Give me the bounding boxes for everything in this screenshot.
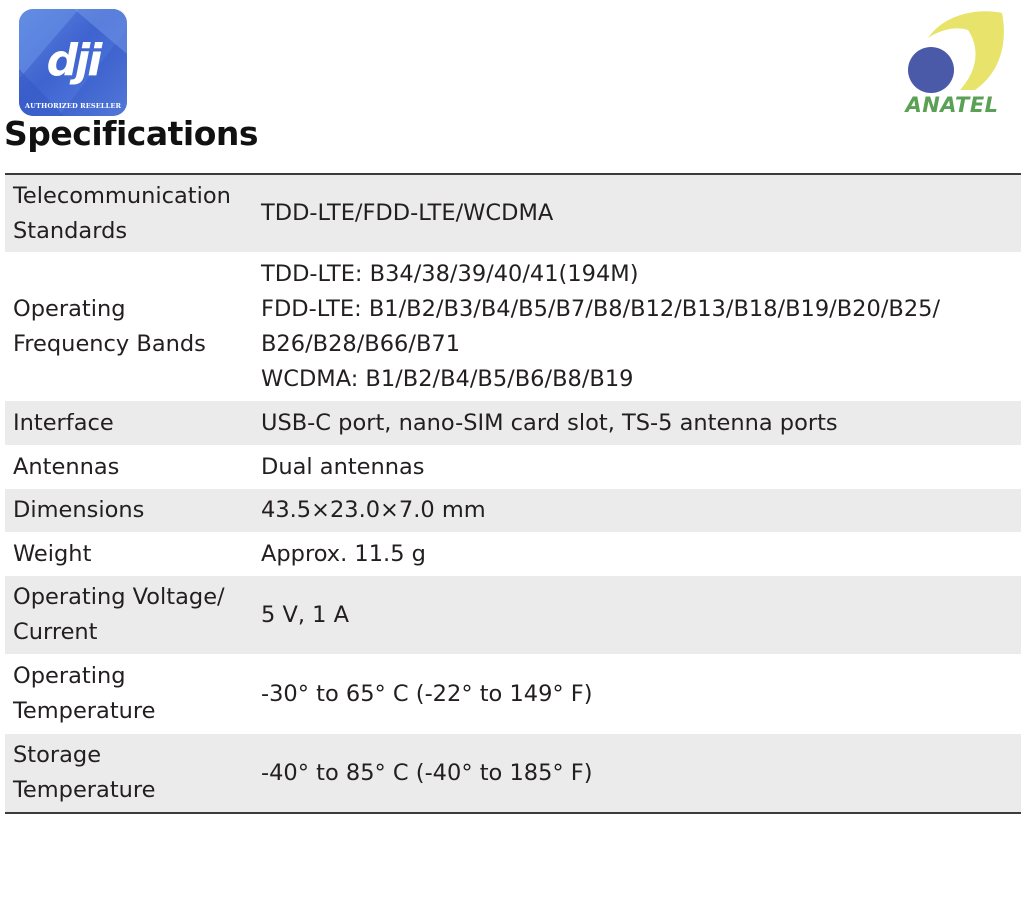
- spec-value-line: WCDMA: B1/B2/B4/B5/B6/B8/B19: [261, 365, 634, 392]
- spec-value: TDD-LTE/FDD-LTE/WCDMA: [261, 196, 1021, 231]
- spec-value: -40° to 85° C (-40° to 185° F): [261, 756, 1021, 791]
- spec-row: Operating Frequency Bands TDD-LTE: B34/38/…: [5, 252, 1021, 401]
- spec-value-line: -40° to 85° C (-40° to 185° F): [261, 759, 593, 786]
- spec-label: Telecommunication Standards: [5, 179, 261, 249]
- spec-value-line: TDD-LTE/FDD-LTE/WCDMA: [261, 200, 554, 226]
- specifications-table: Telecommunication Standards TDD-LTE/FDD-LT…: [5, 173, 1021, 814]
- spec-label-line: Frequency Bands: [13, 330, 206, 357]
- spec-label: Dimensions: [5, 493, 261, 528]
- spec-row: Operating Temperature -30° to 65° C (-22° …: [5, 654, 1021, 734]
- spec-label: Interface: [5, 406, 261, 441]
- spec-value: TDD-LTE: B34/38/39/40/41(194M) FDD-LTE: B…: [261, 257, 1021, 397]
- spec-value: 5 V, 1 A: [261, 598, 1021, 633]
- spec-label: Storage Temperature: [5, 738, 261, 808]
- spec-value-line: 43.5×23.0×7.0 mm: [261, 497, 486, 523]
- spec-row: Storage Temperature -40° to 85° C (-40° to…: [5, 734, 1021, 812]
- spec-value-line: 5 V, 1 A: [261, 601, 350, 628]
- dji-authorized-reseller-logo: dji AUTHORIZED RESELLER: [19, 9, 127, 116]
- spec-value-line: USB-C port, nano-SIM card slot, TS-5 ant…: [261, 409, 838, 436]
- spec-value: 43.5×23.0×7.0 mm: [261, 493, 1021, 528]
- spec-label-line: Dimensions: [13, 497, 145, 523]
- spec-label-line: Operating: [13, 663, 126, 689]
- spec-value: Approx. 11.5 g: [261, 537, 1021, 572]
- spec-label-line: Operating: [13, 295, 126, 322]
- spec-row: Antennas Dual antennas: [5, 445, 1021, 489]
- spec-value-line: TDD-LTE: B34/38/39/40/41(194M): [261, 260, 639, 287]
- spec-value: -30° to 65° C (-22° to 149° F): [261, 677, 1021, 712]
- spec-value-line: -30° to 65° C (-22° to 149° F): [261, 680, 593, 707]
- spec-label-line: Operating Voltage/: [13, 584, 225, 610]
- dji-wordmark: dji: [46, 35, 103, 86]
- spec-label-line: Storage: [13, 742, 102, 768]
- spec-label: Weight: [5, 537, 261, 572]
- spec-value-line: FDD-LTE: B1/B2/B3/B4/B5/B7/B8/B12/B13/B1…: [261, 295, 941, 322]
- spec-value-line: Approx. 11.5 g: [261, 540, 426, 567]
- spec-label-line: Interface: [13, 409, 114, 436]
- spec-row: Interface USB-C port, nano-SIM card slot,…: [5, 401, 1021, 445]
- page-title: Specifications: [4, 114, 259, 153]
- spec-label: Operating Voltage/Current: [5, 580, 261, 650]
- spec-label-line: Antennas: [13, 453, 120, 480]
- spec-label-line: Temperature: [13, 698, 156, 724]
- spec-label: Operating Temperature: [5, 659, 261, 729]
- spec-value: USB-C port, nano-SIM card slot, TS-5 ant…: [261, 406, 1021, 441]
- spec-value: Dual antennas: [261, 450, 1021, 485]
- spec-value-line: Dual antennas: [261, 453, 425, 480]
- spec-row: Weight Approx. 11.5 g: [5, 532, 1021, 576]
- anatel-circle-icon: [908, 47, 954, 93]
- spec-label: Operating Frequency Bands: [5, 292, 261, 362]
- anatel-logo-text: ANATEL: [905, 93, 999, 117]
- spec-row: Dimensions 43.5×23.0×7.0 mm: [5, 489, 1021, 532]
- spec-label-line: Temperature: [13, 777, 156, 803]
- spec-label-line: Weight: [13, 540, 92, 567]
- spec-row: Telecommunication Standards TDD-LTE/FDD-LT…: [5, 175, 1021, 252]
- spec-label-line: Standards: [13, 217, 128, 244]
- spec-label-line: Telecommunication: [13, 182, 231, 209]
- spec-label-line: Current: [13, 619, 98, 645]
- spec-value-line: B26/B28/B66/B71: [261, 330, 461, 357]
- spec-label: Antennas: [5, 450, 261, 485]
- spec-row: Operating Voltage/Current 5 V, 1 A: [5, 576, 1021, 654]
- dji-reseller-caption: AUTHORIZED RESELLER: [24, 102, 122, 110]
